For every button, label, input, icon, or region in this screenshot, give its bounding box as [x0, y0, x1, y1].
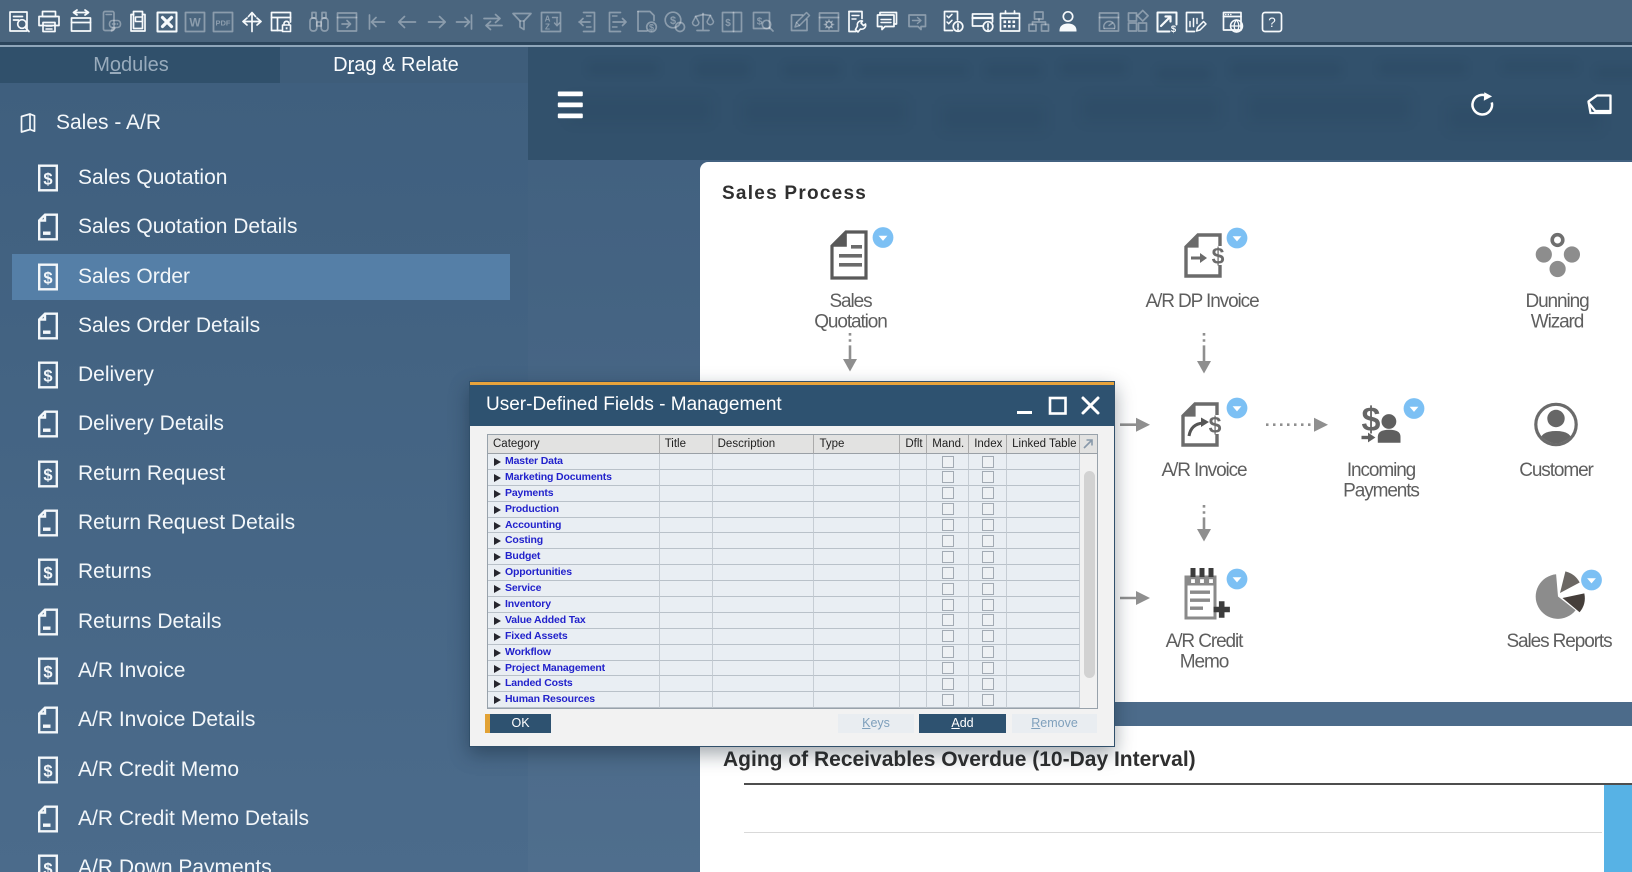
svg-text:Sales: Sales: [829, 291, 872, 312]
svg-text:$: $: [43, 368, 52, 386]
svg-text:$: $: [43, 565, 52, 583]
svg-text:Dunning: Dunning: [1525, 291, 1589, 312]
svg-text:$: $: [1362, 401, 1381, 439]
svg-text:$: $: [43, 762, 52, 780]
svg-text:A/R Invoice: A/R Invoice: [1161, 460, 1247, 481]
svg-text:Memo: Memo: [1180, 652, 1229, 673]
svg-text:$: $: [43, 663, 52, 681]
svg-text:Quotation: Quotation: [814, 312, 887, 333]
svg-text:$: $: [43, 170, 52, 188]
svg-text:Sales Reports: Sales Reports: [1506, 631, 1612, 652]
svg-text:Incoming: Incoming: [1347, 460, 1416, 481]
svg-text:A/R DP Invoice: A/R DP Invoice: [1145, 291, 1259, 312]
svg-text:$: $: [1212, 243, 1225, 269]
svg-text:Payments: Payments: [1343, 481, 1419, 502]
svg-text:$: $: [43, 269, 52, 287]
svg-text:Wizard: Wizard: [1531, 312, 1584, 333]
svg-text:$: $: [43, 861, 52, 872]
svg-text:$: $: [43, 466, 52, 484]
svg-text:Customer: Customer: [1519, 460, 1594, 481]
svg-text:A/R Credit: A/R Credit: [1166, 631, 1244, 652]
svg-text:$: $: [1209, 412, 1222, 438]
